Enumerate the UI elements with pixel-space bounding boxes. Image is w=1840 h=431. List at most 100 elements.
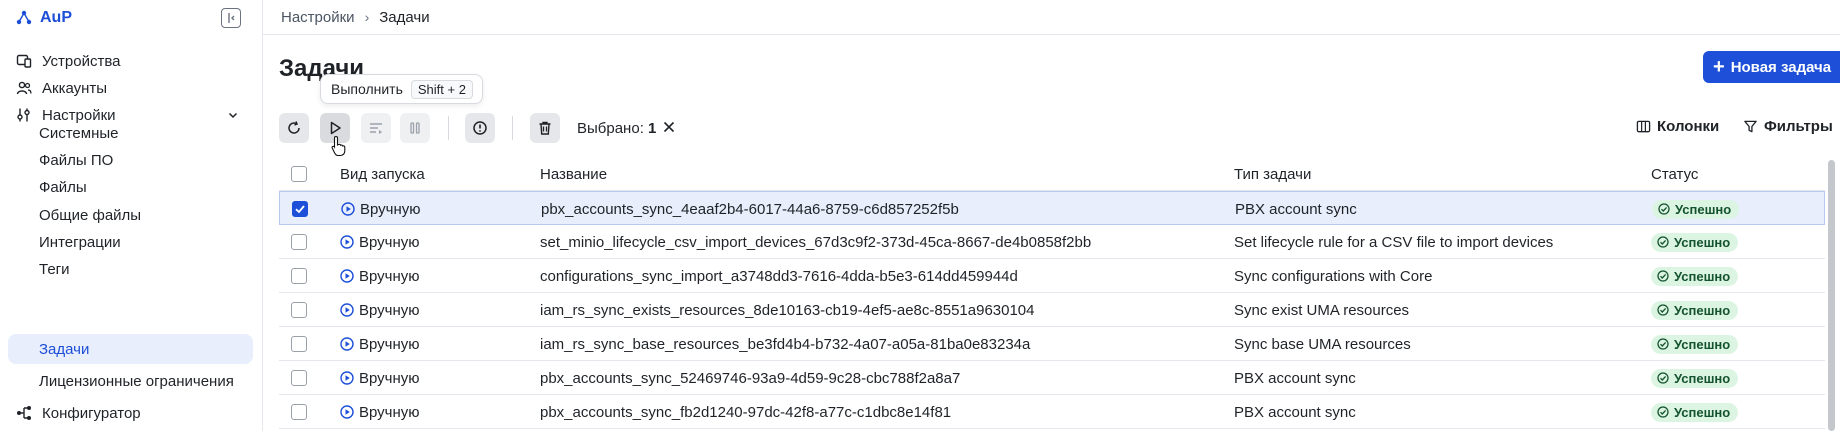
header-launch-type[interactable]: Вид запуска [340,157,425,191]
status-label: Успешно [1675,201,1732,217]
sidebar-subitem-tasks[interactable]: Задачи [8,334,253,364]
launch-label: Вручную [360,200,421,218]
brand[interactable]: AuP [16,6,72,30]
header-name[interactable]: Название [540,157,607,191]
breadcrumb-separator: › [364,9,370,25]
filters-button[interactable]: Фильтры [1743,118,1833,135]
sidebar-item-configurator[interactable]: Конфигуратор [8,398,253,428]
sidebar-item-devices[interactable]: Устройства [8,46,253,76]
info-button[interactable] [465,113,495,143]
breadcrumb-settings-link[interactable]: Настройки [281,9,355,26]
header-status[interactable]: Статус [1651,157,1698,191]
status-cell: Успешно [1652,192,1740,226]
columns-label: Колонки [1657,118,1720,135]
sidebar-item-label: Системные [39,124,119,142]
row-checkbox[interactable] [292,201,308,217]
name-cell: iam_rs_sync_exists_resources_8de10163-cb… [540,301,1035,319]
collapse-sidebar-button[interactable] [221,8,241,28]
table-row[interactable]: Вручную pbx_accounts_sync_fb2d1240-97dc-… [279,395,1825,429]
status-label: Успешно [1674,336,1731,352]
sidebar-subitem-integrations[interactable]: Интеграции [8,227,253,257]
type-cell: PBX account sync [1234,403,1356,421]
sidebar-item-accounts[interactable]: Аккаунты [8,73,253,103]
tooltip-label: Выполнить [331,81,403,97]
row-checkbox[interactable] [291,404,307,420]
status-cell: Успешно [1651,293,1739,327]
queue-button[interactable] [361,113,391,143]
table-row[interactable]: Вручную configurations_sync_import_a3748… [279,259,1825,293]
sidebar-item-label: Устройства [42,52,121,70]
columns-button[interactable]: Колонки [1636,118,1719,135]
status-cell: Успешно [1651,259,1739,293]
launch-cell: Вручную [340,327,420,361]
name-cell: configurations_sync_import_a3748dd3-7616… [540,267,1018,285]
sidebar-item-label: Лицензионные ограничения [39,372,234,390]
clear-selection-close-icon[interactable] [661,119,677,135]
users-icon [16,80,32,96]
name-cell: set_minio_lifecycle_csv_import_devices_6… [540,233,1092,251]
sidebar-item-label: Теги [39,260,70,278]
sidebar-subitem-shared-files[interactable]: Общие файлы [8,200,253,230]
sidebar-item-label: Интеграции [39,233,121,251]
check-circle-icon [1658,203,1670,215]
sidebar-item-label: Общие файлы [39,206,142,224]
table-row[interactable]: Вручную iam_rs_sync_base_resources_be3fd… [279,327,1825,361]
sidebar-subitem-firmware[interactable]: Файлы ПО [8,145,253,175]
breadcrumb-current: Задачи [379,8,430,26]
devices-icon [16,53,32,69]
status-cell: Успешно [1651,327,1739,361]
header-task-type[interactable]: Тип задачи [1234,157,1311,191]
play-circle-icon [340,337,354,351]
table-row[interactable]: Вручную set_minio_lifecycle_csv_import_d… [279,225,1825,259]
check-circle-icon [1657,270,1669,282]
toolbar-divider [448,116,449,140]
status-badge: Успешно [1651,402,1739,422]
sidebar-item-label: Файлы [39,178,87,196]
launch-label: Вручную [359,335,420,353]
toolbar-divider [512,116,513,140]
breadcrumb: Настройки › Задачи [263,0,1840,35]
refresh-button[interactable] [279,113,309,143]
type-cell: Sync configurations with Core [1234,267,1433,285]
status-badge: Успешно [1651,368,1739,388]
sidebar-collapse-icon [228,13,235,23]
sidebar-item-label: Задачи [39,340,90,358]
launch-label: Вручную [359,403,420,421]
status-label: Успешно [1674,370,1731,386]
row-checkbox[interactable] [291,234,307,250]
filter-icon [1744,120,1757,133]
sidebar-subitem-files[interactable]: Файлы [8,172,253,202]
table-row[interactable]: Вручную pbx_accounts_sync_52469746-93a9-… [279,361,1825,395]
table-scrollbar[interactable] [1828,160,1835,431]
pause-button[interactable] [400,113,430,143]
play-circle-icon [340,235,354,249]
sidebar-subitem-system[interactable]: Системные [8,118,253,148]
table-row[interactable]: Вручную iam_rs_sync_exists_resources_8de… [279,293,1825,327]
queue-list-icon [370,123,382,134]
type-cell: Sync exist UMA resources [1234,301,1410,319]
select-all-checkbox[interactable] [291,166,307,182]
row-checkbox[interactable] [291,370,307,386]
play-circle-icon [341,202,355,216]
trash-icon [539,121,551,135]
row-checkbox[interactable] [291,302,307,318]
tooltip-shortcut: Shift + 2 [410,79,473,99]
plus-icon: + [1713,56,1725,78]
pause-icon [410,122,420,134]
table-row[interactable]: Вручную pbx_accounts_sync_4eaaf2b4-6017-… [279,191,1825,225]
check-circle-icon [1657,304,1669,316]
selected-label-text: Выбрано: [577,120,644,137]
launch-cell: Вручную [340,293,420,327]
alert-circle-icon [473,121,487,135]
launch-cell: Вручную [341,192,421,226]
delete-button[interactable] [530,113,560,143]
sidebar-subitem-license-limits[interactable]: Лицензионные ограничения [8,366,253,396]
sidebar-subitem-tags[interactable]: Теги [8,254,253,284]
row-checkbox[interactable] [291,268,307,284]
new-task-button[interactable]: + Новая задача [1703,51,1840,83]
status-cell: Успешно [1651,361,1739,395]
row-checkbox[interactable] [291,336,307,352]
status-badge: Успешно [1651,232,1739,252]
new-task-label: Новая задача [1730,58,1832,76]
hand-pointer-cursor-icon [331,135,346,157]
